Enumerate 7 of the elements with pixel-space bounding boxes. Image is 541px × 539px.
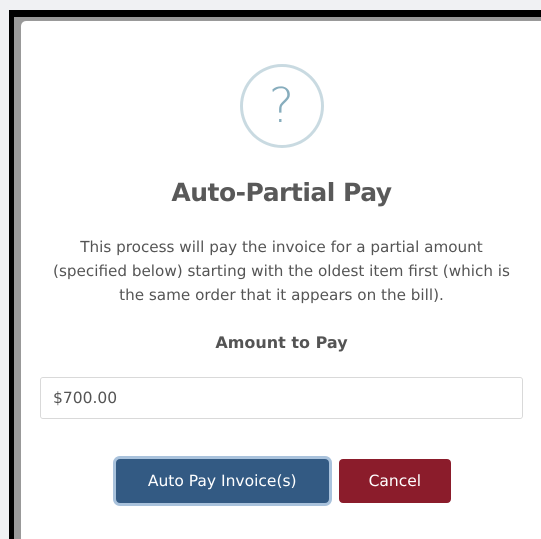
auto-pay-button[interactable]: Auto Pay Invoice(s) (116, 459, 329, 503)
amount-field[interactable]: $700.00 (40, 377, 523, 419)
dialog-message: This process will pay the invoice for a partial amount (specified below) starting with the oldest item first (which is the same order that it appears on the bill). (52, 237, 511, 306)
dialog-title: Auto-Partial Pay (171, 178, 392, 207)
amount-label: Amount to Pay (215, 333, 348, 352)
question-icon: ? (240, 64, 324, 148)
cancel-button[interactable]: Cancel (338, 459, 452, 503)
